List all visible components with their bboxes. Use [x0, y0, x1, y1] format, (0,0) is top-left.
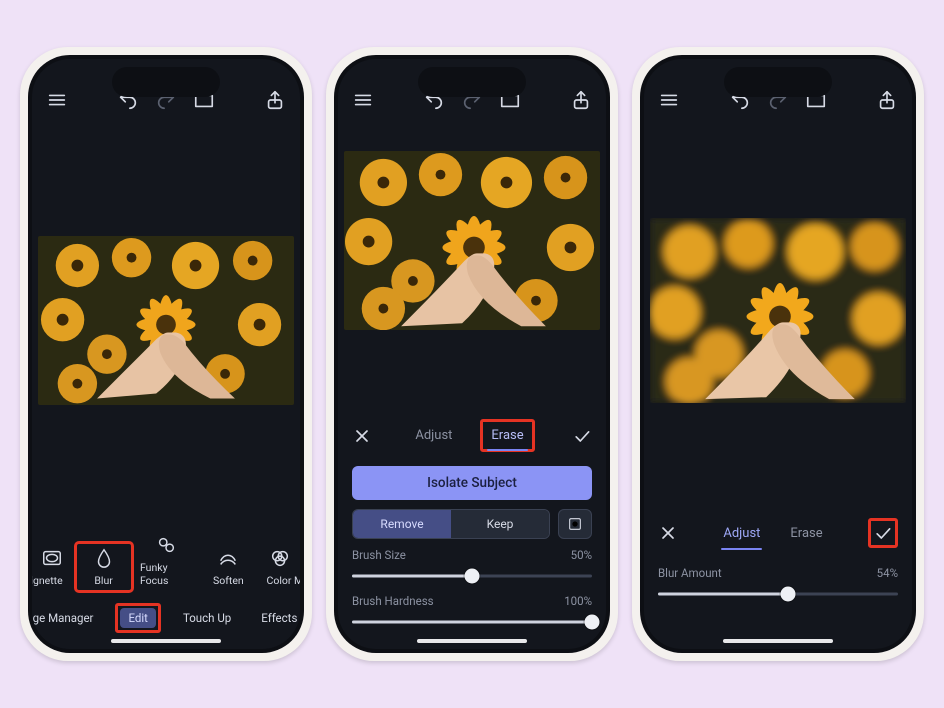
tool-panel: Vignette Blur Funky Focus Soften Color M…	[32, 524, 300, 649]
tool-label: Vignette	[32, 574, 63, 587]
tool-label: Soften	[213, 574, 244, 587]
home-indicator	[417, 639, 527, 643]
slider-track[interactable]	[658, 585, 898, 603]
share-icon[interactable]	[264, 89, 286, 111]
highlight-erase-tab: Erase	[480, 419, 534, 452]
image-canvas[interactable]	[338, 117, 606, 409]
mode-tab-adjust[interactable]: Adjust	[409, 424, 458, 447]
adjust-panel: Adjust Erase Blur Amount 54%	[644, 504, 912, 623]
slider-label: Brush Hardness	[352, 594, 434, 608]
menu-icon[interactable]	[352, 89, 374, 111]
notch	[418, 67, 526, 97]
segment-keep[interactable]: Keep	[451, 510, 549, 538]
tool-label: Blur	[94, 574, 112, 587]
slider-label: Blur Amount	[658, 566, 722, 580]
funky-focus-icon	[155, 534, 177, 556]
tab-effects[interactable]: Effects	[253, 608, 300, 628]
home-indicator	[111, 639, 221, 643]
phone-1: Vignette Blur Funky Focus Soften Color M…	[20, 47, 312, 661]
tool-soften[interactable]: Soften	[200, 543, 256, 591]
tool-funky-focus[interactable]: Funky Focus	[138, 530, 194, 591]
blur-icon	[93, 547, 115, 569]
brush-hardness-slider: Brush Hardness 100%	[352, 594, 592, 631]
erase-mode-row: Adjust Erase	[338, 409, 606, 458]
tab-image-manager[interactable]: Image Manager	[32, 608, 101, 628]
slider-value: 54%	[877, 566, 898, 580]
close-icon[interactable]	[658, 523, 678, 543]
photo-preview	[38, 236, 294, 405]
photo-preview-blurred	[650, 218, 906, 403]
mode-tab-erase[interactable]: Erase	[788, 522, 824, 545]
slider-value: 100%	[564, 594, 592, 608]
share-icon[interactable]	[570, 89, 592, 111]
brush-size-slider: Brush Size 50%	[352, 548, 592, 585]
phone-3: Adjust Erase Blur Amount 54%	[632, 47, 924, 661]
remove-keep-segment: Remove Keep	[352, 509, 550, 539]
vignette-icon	[41, 547, 63, 569]
slider-value: 50%	[571, 548, 592, 562]
notch	[112, 67, 220, 97]
tool-blur[interactable]: Blur	[76, 543, 132, 591]
check-icon[interactable]	[873, 523, 893, 543]
soften-icon	[217, 547, 239, 569]
photo-preview	[344, 151, 600, 330]
home-indicator	[723, 639, 833, 643]
mode-tab-erase[interactable]: Erase	[485, 424, 529, 447]
slider-label: Brush Size	[352, 548, 406, 562]
isolate-subject-button[interactable]: Isolate Subject	[352, 466, 592, 500]
image-canvas[interactable]	[644, 117, 912, 504]
brush-preview-button[interactable]	[558, 509, 592, 539]
highlight-confirm	[868, 518, 898, 548]
share-icon[interactable]	[876, 89, 898, 111]
color-mix-icon	[269, 547, 291, 569]
highlight-edit-tab: Edit	[115, 603, 160, 633]
check-icon[interactable]	[572, 426, 592, 446]
menu-icon[interactable]	[46, 89, 68, 111]
tool-label: Color Mix	[267, 574, 300, 587]
phone-2: Adjust Erase Isolate Subject Remove Keep	[326, 47, 618, 661]
segment-remove[interactable]: Remove	[353, 510, 451, 538]
tab-edit[interactable]: Edit	[120, 608, 155, 628]
mode-tab-adjust[interactable]: Adjust	[721, 522, 762, 545]
tab-touch-up[interactable]: Touch Up	[175, 608, 239, 628]
close-icon[interactable]	[352, 426, 372, 446]
blur-amount-slider: Blur Amount 54%	[658, 566, 898, 603]
tool-label: Funky Focus	[140, 561, 192, 587]
tool-vignette[interactable]: Vignette	[35, 543, 69, 591]
notch	[724, 67, 832, 97]
slider-track[interactable]	[352, 567, 592, 585]
erase-controls: Isolate Subject Remove Keep Brush Size 5…	[338, 458, 606, 649]
slider-track[interactable]	[352, 613, 592, 631]
image-canvas[interactable]	[32, 117, 300, 524]
tool-color-mix[interactable]: Color Mix	[263, 543, 297, 591]
menu-icon[interactable]	[658, 89, 680, 111]
